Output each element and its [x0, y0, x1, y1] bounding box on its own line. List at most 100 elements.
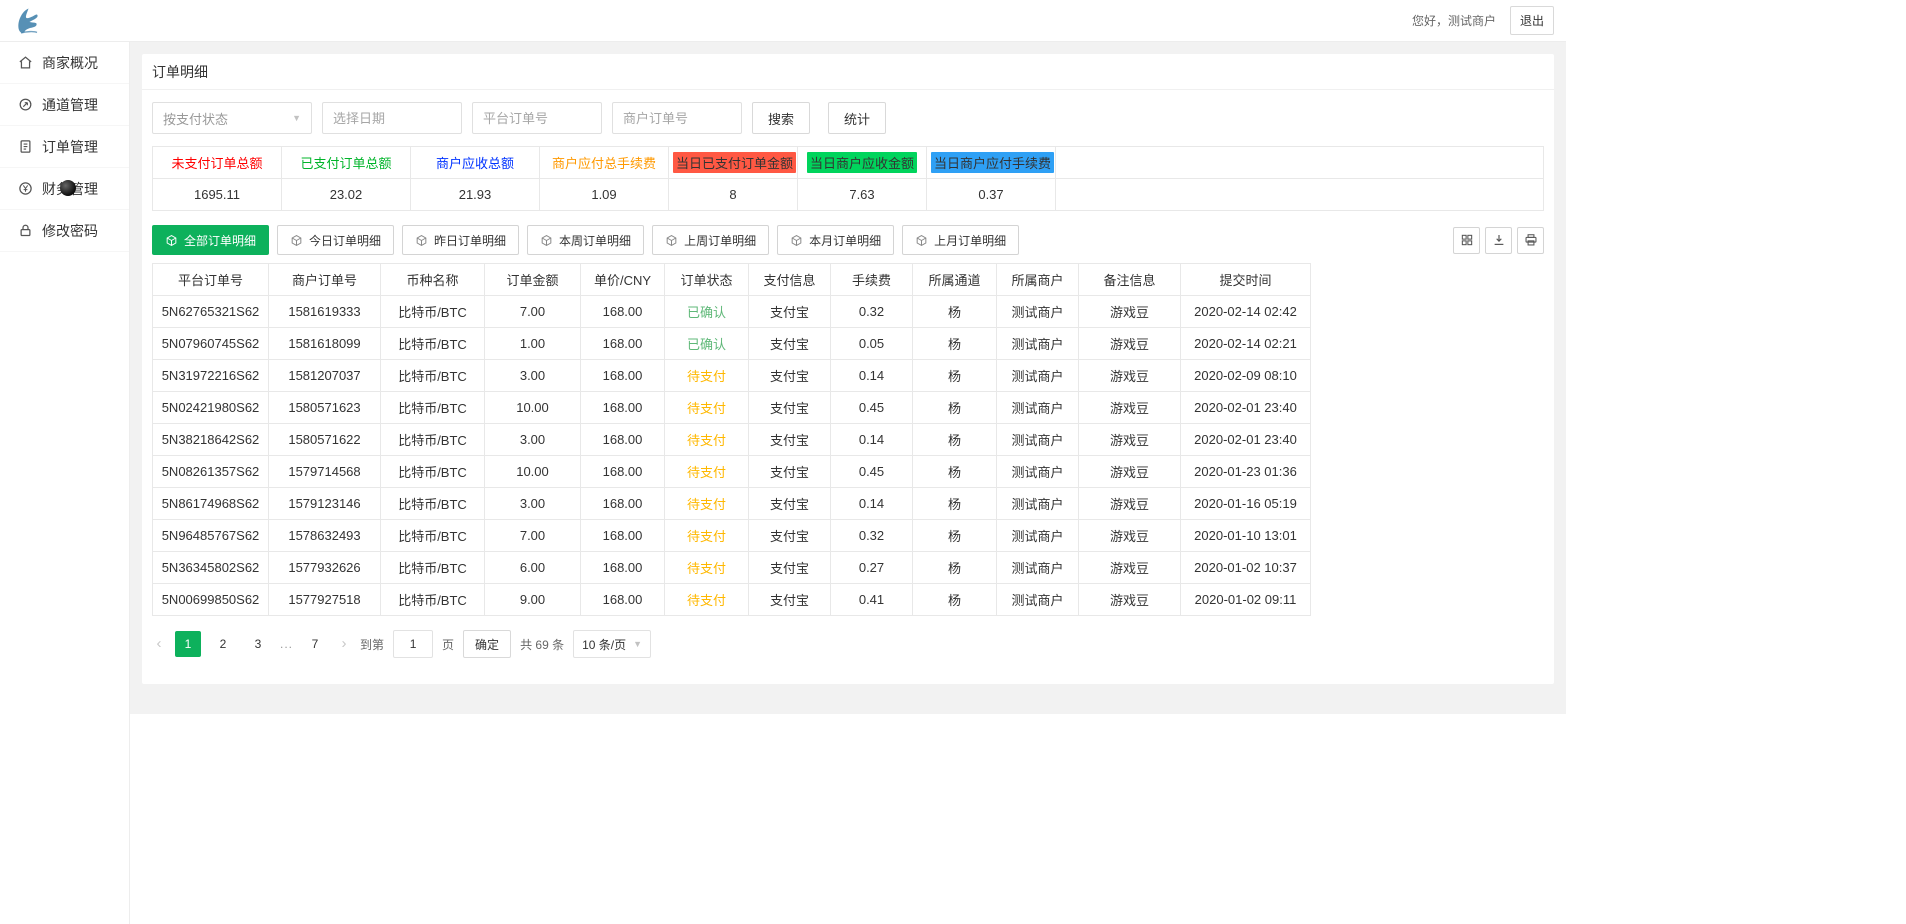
summary-filler [1056, 179, 1544, 211]
cell: 5N96485767S62 [153, 520, 269, 552]
page-button-7[interactable]: 7 [302, 631, 328, 657]
table-row: 5N08261357S621579714568比特币/BTC10.00168.0… [153, 456, 1311, 488]
summary-label: 未支付订单总额 [168, 152, 265, 173]
tab-today[interactable]: 今日订单明细 [277, 225, 394, 255]
cell: 168.00 [581, 488, 665, 520]
summary-header-paid-total: 已支付订单总额 [282, 147, 411, 179]
cell: 0.45 [831, 456, 913, 488]
cell: 测试商户 [997, 392, 1079, 424]
table-row: 5N62765321S621581619333比特币/BTC7.00168.00… [153, 296, 1311, 328]
cell: 1579123146 [269, 488, 381, 520]
cell: 游戏豆 [1079, 296, 1181, 328]
pagination: ‹123...7›到第页确定共 69 条10 条/页▼ [152, 630, 1544, 658]
status-cell: 已确认 [665, 296, 749, 328]
cell: 1581618099 [269, 328, 381, 360]
sidebar-item-overview[interactable]: 商家概况 [0, 42, 129, 84]
cell: 测试商户 [997, 520, 1079, 552]
confirm-button[interactable]: 确定 [463, 630, 511, 658]
date-input[interactable] [322, 102, 462, 134]
print-button[interactable] [1517, 227, 1544, 254]
orders-table-section: 平台订单号商户订单号币种名称订单金额单价/CNY订单状态支付信息手续费所属通道所… [142, 263, 1554, 616]
cell: 0.14 [831, 488, 913, 520]
cell: 0.14 [831, 424, 913, 456]
cell: 168.00 [581, 424, 665, 456]
page-size-value: 10 条/页 [582, 636, 626, 653]
merchant-order-input[interactable] [612, 102, 742, 134]
sidebar-item-orders[interactable]: 订单管理 [0, 126, 129, 168]
logout-button[interactable]: 退出 [1510, 6, 1554, 35]
cube-icon [665, 234, 678, 247]
cell: 1577932626 [269, 552, 381, 584]
cell: 10.00 [485, 392, 581, 424]
tab-last-week[interactable]: 上周订单明细 [652, 225, 769, 255]
next-page-button[interactable]: › [337, 631, 351, 657]
tab-this-week[interactable]: 本周订单明细 [527, 225, 644, 255]
column-header-11: 提交时间 [1181, 264, 1311, 296]
tab-yesterday[interactable]: 昨日订单明细 [402, 225, 519, 255]
cell: 游戏豆 [1079, 584, 1181, 616]
column-header-5: 订单状态 [665, 264, 749, 296]
page-button-3[interactable]: 3 [245, 631, 271, 657]
order-detail-card: 订单明细 按支付状态 ▼ 搜索 统计 未支付订单总额已支付订单总额商户应收总额商… [142, 54, 1554, 684]
tab-label: 上月订单明细 [934, 232, 1006, 249]
sidebar-item-channels[interactable]: 通道管理 [0, 84, 129, 126]
download-icon [1492, 233, 1506, 247]
tab-this-month[interactable]: 本月订单明细 [777, 225, 894, 255]
summary-header-receivable-total: 商户应收总额 [411, 147, 540, 179]
table-row: 5N00699850S621577927518比特币/BTC9.00168.00… [153, 584, 1311, 616]
jump-prefix-label: 到第 [360, 636, 384, 653]
column-filter-button[interactable] [1453, 227, 1480, 254]
page-button-1[interactable]: 1 [175, 631, 201, 657]
payment-status-select[interactable]: 按支付状态 ▼ [152, 102, 312, 134]
cell: 5N36345802S62 [153, 552, 269, 584]
tab-label: 上周订单明细 [684, 232, 756, 249]
summary-label: 当日商户应付手续费 [931, 152, 1054, 173]
cell: 杨 [913, 328, 997, 360]
sidebar-item-label: 订单管理 [42, 137, 98, 157]
cell: 测试商户 [997, 360, 1079, 392]
cell: 杨 [913, 296, 997, 328]
cell: 2020-02-09 08:10 [1181, 360, 1311, 392]
home-icon [18, 55, 33, 70]
tab-label: 本周订单明细 [559, 232, 631, 249]
tab-all[interactable]: 全部订单明细 [152, 225, 269, 255]
status-cell: 待支付 [665, 456, 749, 488]
cell: 杨 [913, 392, 997, 424]
page-ellipsis: ... [280, 637, 293, 651]
sidebar-item-password[interactable]: 修改密码 [0, 210, 129, 252]
chevron-down-icon: ▼ [292, 113, 301, 123]
cell: 2020-01-16 05:19 [1181, 488, 1311, 520]
cell: 9.00 [485, 584, 581, 616]
cell: 比特币/BTC [381, 328, 485, 360]
cell: 168.00 [581, 360, 665, 392]
cell: 0.14 [831, 360, 913, 392]
platform-order-input[interactable] [472, 102, 602, 134]
export-button[interactable] [1485, 227, 1512, 254]
prev-page-button[interactable]: ‹ [152, 631, 166, 657]
cell: 5N07960745S62 [153, 328, 269, 360]
chevron-down-icon: ▼ [633, 639, 642, 649]
cell: 3.00 [485, 424, 581, 456]
stats-button[interactable]: 统计 [828, 102, 886, 134]
search-button[interactable]: 搜索 [752, 102, 810, 134]
cell: 测试商户 [997, 456, 1079, 488]
page-size-select[interactable]: 10 条/页 ▼ [573, 630, 651, 658]
page-button-2[interactable]: 2 [210, 631, 236, 657]
cell: 5N86174968S62 [153, 488, 269, 520]
jump-page-input[interactable] [393, 630, 433, 658]
orders-table: 平台订单号商户订单号币种名称订单金额单价/CNY订单状态支付信息手续费所属通道所… [152, 263, 1311, 616]
cell: 比特币/BTC [381, 520, 485, 552]
cell: 游戏豆 [1079, 456, 1181, 488]
cell: 1577927518 [269, 584, 381, 616]
column-header-3: 订单金额 [485, 264, 581, 296]
cell: 3.00 [485, 488, 581, 520]
cell: 测试商户 [997, 424, 1079, 456]
table-tools [1453, 227, 1544, 254]
table-row: 5N86174968S621579123146比特币/BTC3.00168.00… [153, 488, 1311, 520]
cell: 0.41 [831, 584, 913, 616]
page-title: 订单明细 [142, 54, 1554, 90]
tab-last-month[interactable]: 上月订单明细 [902, 225, 1019, 255]
summary-label: 当日已支付订单金额 [673, 152, 796, 173]
column-header-7: 手续费 [831, 264, 913, 296]
cell: 支付宝 [749, 584, 831, 616]
